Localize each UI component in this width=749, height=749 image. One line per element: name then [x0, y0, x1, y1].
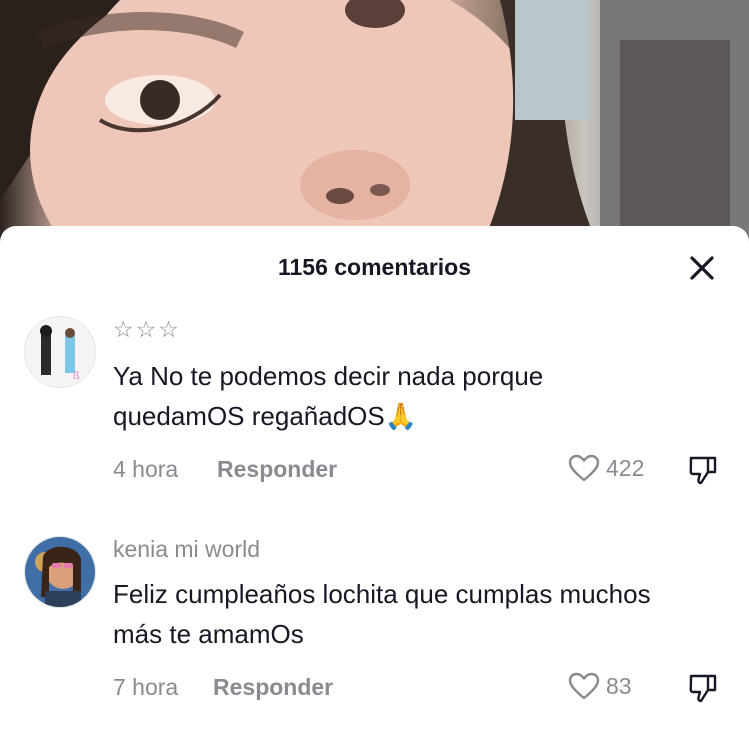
svg-text:ß: ß	[73, 370, 80, 382]
avatar[interactable]: ß	[24, 316, 96, 388]
comment-text: Feliz cumpleaños lochita que cumplas muc…	[113, 579, 651, 649]
reply-button[interactable]: Responder	[217, 456, 337, 483]
reply-button[interactable]: Responder	[213, 674, 333, 701]
like-button[interactable]: 83	[568, 672, 632, 700]
comment-timestamp: 7 hora	[113, 674, 179, 700]
praying-hands-emoji: 🙏	[384, 401, 418, 431]
dislike-button[interactable]	[688, 454, 718, 491]
video-frame-image	[0, 0, 749, 250]
comment-text-body: Ya No te podemos decir nada porque queda…	[113, 361, 544, 431]
comment-timestamp: 4 hora	[113, 456, 179, 482]
thumbs-down-icon	[689, 456, 717, 485]
comment-text: Ya No te podemos decir nada porque queda…	[113, 356, 673, 436]
comments-sheet: 1156 comentarios ß ☆☆☆ Ya No te podemos …	[0, 226, 749, 749]
close-button[interactable]	[684, 250, 720, 286]
like-button[interactable]: 422	[568, 454, 644, 482]
comment-username[interactable]: kenia mi world	[113, 536, 260, 563]
video-player-background[interactable]	[0, 0, 749, 250]
heart-outline-icon	[568, 454, 600, 482]
like-count: 422	[606, 454, 645, 481]
avatar[interactable]	[24, 536, 96, 608]
comments-count-title: 1156 comentarios	[277, 254, 472, 280]
thumbs-down-icon	[689, 674, 717, 703]
dislike-button[interactable]	[688, 672, 718, 709]
like-count: 83	[606, 672, 632, 699]
close-icon	[690, 256, 714, 280]
comment-username[interactable]: ☆☆☆	[113, 316, 181, 343]
heart-outline-icon	[568, 672, 600, 700]
